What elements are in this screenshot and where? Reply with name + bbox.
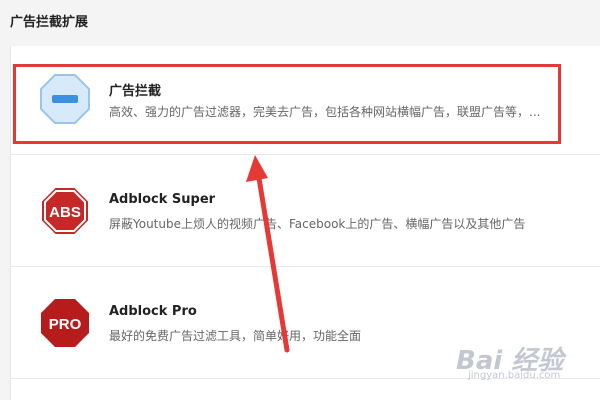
- svg-text:PRO: PRO: [49, 316, 82, 333]
- watermark: Bai 经验 jingyan.baidu.com: [442, 336, 592, 396]
- extension-item-adblock-super[interactable]: ABS Adblock Super 屏蔽Youtube上烦人的视频广告、Face…: [11, 158, 600, 267]
- extension-name: 广告拦截: [109, 84, 162, 99]
- extension-name: Adblock Pro: [109, 304, 197, 319]
- page-title: 广告拦截扩展: [10, 15, 89, 30]
- extension-description: 屏蔽Youtube上烦人的视频广告、Facebook上的广告、横幅广告以及其他广…: [109, 217, 526, 231]
- pro-stop-sign-icon: PRO: [39, 297, 91, 349]
- watermark-url: jingyan.baidu.com: [468, 370, 561, 381]
- extension-item-adblock-cn[interactable]: 广告拦截 高效、强力的广告过滤器，完美去广告，包括各种网站横幅广告，联盟广告等，…: [11, 46, 600, 155]
- svg-text:ABS: ABS: [49, 204, 81, 221]
- header: 广告拦截扩展: [0, 0, 600, 44]
- abs-stop-sign-icon: ABS: [39, 185, 91, 237]
- extension-description: 高效、强力的广告过滤器，完美去广告，包括各种网站横幅广告，联盟广告等，...: [109, 105, 541, 119]
- octagon-minus-icon: [39, 73, 91, 125]
- extension-name: Adblock Super: [109, 192, 216, 207]
